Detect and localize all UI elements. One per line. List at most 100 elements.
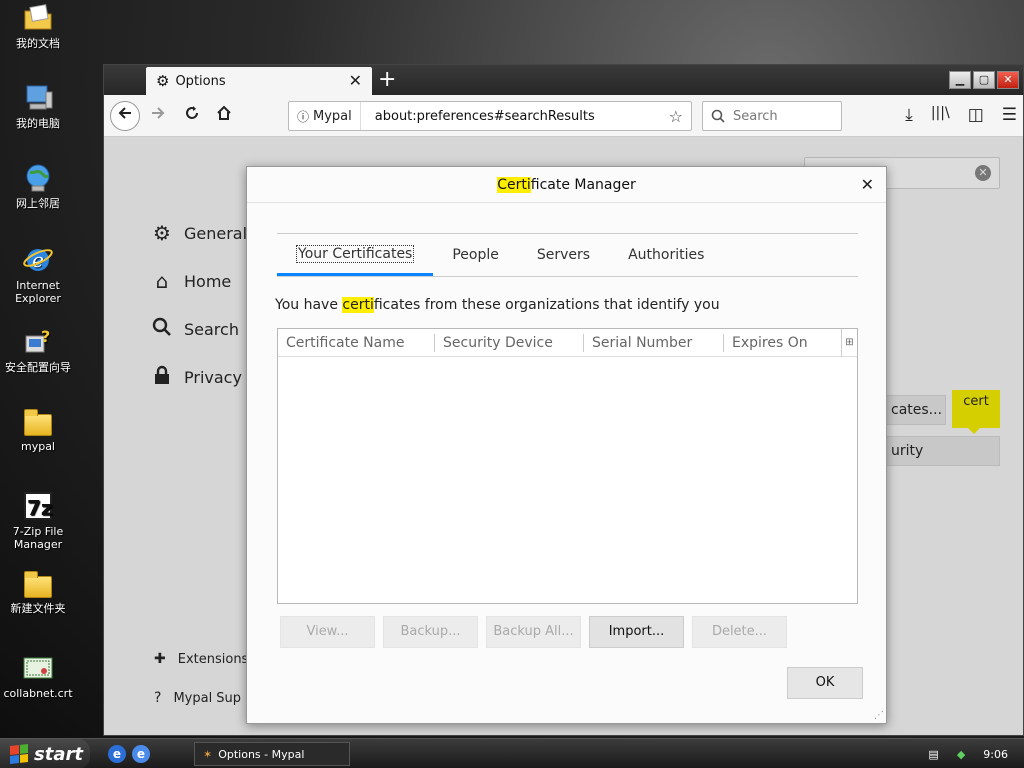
tab-close-icon[interactable]: ✕	[349, 71, 362, 90]
search-icon	[150, 317, 174, 342]
desktop-icon-collabnet-crt[interactable]: collabnet.crt	[0, 652, 78, 700]
site-identity[interactable]: ⓘ Mypal	[289, 102, 361, 130]
sidebar-item-general[interactable]: ⚙ General	[150, 221, 247, 245]
internet-explorer-icon: e	[22, 244, 54, 276]
mypal-app-icon: ✶	[203, 747, 213, 761]
security-wizard-icon: ?	[22, 326, 54, 358]
delete-button[interactable]: Delete...	[692, 616, 787, 648]
clear-search-icon[interactable]: ✕	[975, 165, 991, 181]
sidebar-footer-support[interactable]: ? Mypal Sup	[154, 690, 241, 706]
toolbar-icons: ⤓ |||\ ◫ ☰	[905, 105, 1017, 125]
desktop-icon-label: 安全配置向导	[5, 361, 71, 374]
ie-quicklaunch-icon-2[interactable]: e	[132, 745, 150, 763]
forward-button[interactable]	[144, 102, 172, 130]
view-certificates-button[interactable]: cates...	[880, 395, 946, 425]
close-window-button[interactable]: ✕	[997, 71, 1019, 89]
column-serial-number[interactable]: Serial Number	[584, 334, 724, 352]
puzzle-icon: ✚	[154, 651, 166, 667]
desktop-icon-new-folder[interactable]: 新建文件夹	[0, 570, 78, 615]
home-button[interactable]	[210, 102, 238, 130]
folder-icon	[24, 571, 52, 598]
taskbar-item-label: Options - Mypal	[218, 747, 305, 761]
desktop-icon-my-documents[interactable]: 我的文档	[0, 2, 78, 50]
tab-options[interactable]: ⚙ Options ✕	[146, 67, 372, 95]
start-label: start	[34, 743, 83, 765]
security-devices-button[interactable]: urity Devices...	[880, 436, 1000, 466]
maximize-button[interactable]: ▢	[973, 71, 995, 89]
desktop-icon-7zip[interactable]: 7z 7-Zip File Manager	[0, 490, 78, 551]
footer-label: Extensions	[177, 651, 249, 667]
certificates-description: You have certificates from these organiz…	[275, 297, 720, 313]
identity-label: Mypal	[313, 108, 352, 124]
taskbar: start e e ✶ Options - Mypal ▤ ◆ 9:06	[0, 738, 1024, 768]
certificate-table[interactable]: Certificate Name Security Device Serial …	[277, 328, 858, 604]
desktop-icon-security-wizard[interactable]: ? 安全配置向导	[0, 326, 78, 374]
url-bar[interactable]: ⓘ Mypal about:preferences#searchResults …	[288, 101, 692, 131]
tray-app-icon[interactable]: ▤	[928, 748, 938, 761]
tab-authorities[interactable]: Authorities	[609, 234, 723, 276]
back-button[interactable]	[110, 101, 140, 131]
library-icon[interactable]: |||\	[931, 105, 950, 125]
clock: 9:06	[983, 747, 1008, 761]
url-text[interactable]: about:preferences#searchResults	[361, 109, 669, 124]
menu-icon[interactable]: ☰	[1002, 105, 1017, 125]
desktop-icon-internet-explorer[interactable]: e Internet Explorer	[0, 244, 78, 305]
sidebar-item-label: General	[184, 223, 248, 243]
desktop-icon-label: 我的文档	[16, 37, 60, 50]
sidebar-item-label: Home	[184, 271, 232, 291]
desktop-icon-my-computer[interactable]: 我的电脑	[0, 82, 78, 130]
sidebar-item-search[interactable]: Search	[150, 317, 239, 342]
column-picker-icon[interactable]: ⊞	[841, 329, 857, 357]
resize-grip-icon[interactable]: ⋰	[874, 710, 884, 721]
search-placeholder: Search	[733, 108, 778, 124]
gear-icon: ⚙	[153, 221, 171, 245]
import-button[interactable]: Import...	[589, 616, 684, 648]
reload-button[interactable]	[178, 102, 206, 130]
sidebar-item-home[interactable]: ⌂ Home	[150, 269, 232, 293]
tab-servers[interactable]: Servers	[518, 234, 609, 276]
network-globe-icon	[22, 162, 54, 194]
certificate-manager-dialog: Certificate Manager ✕ Your Certificates …	[246, 166, 887, 724]
dialog-close-icon[interactable]: ✕	[861, 167, 874, 203]
desktop-icon-label: 7-Zip File Manager	[12, 525, 64, 551]
footer-label: Mypal Sup	[173, 690, 242, 706]
download-icon[interactable]: ⤓	[905, 105, 913, 125]
backup-all-button[interactable]: Backup All...	[486, 616, 581, 648]
column-security-device[interactable]: Security Device	[435, 334, 584, 352]
desktop-icon-network[interactable]: 网上邻居	[0, 162, 78, 210]
new-tab-button[interactable]: +	[378, 67, 396, 92]
view-button[interactable]: View...	[280, 616, 375, 648]
tab-your-certificates[interactable]: Your Certificates	[277, 234, 434, 276]
bookmark-star-icon[interactable]: ☆	[669, 107, 691, 126]
desktop-icon-label: mypal	[20, 440, 55, 453]
search-input[interactable]: Search	[702, 101, 842, 131]
system-tray: ▤ ◆ 9:06	[914, 739, 1024, 768]
reload-icon	[186, 106, 198, 119]
certificate-file-icon	[22, 652, 54, 684]
column-certificate-name[interactable]: Certificate Name	[278, 334, 435, 352]
sidebar-footer-extensions[interactable]: ✚ Extensions	[154, 651, 248, 667]
column-expires-on[interactable]: Expires On	[724, 334, 842, 352]
taskbar-item-options[interactable]: ✶ Options - Mypal	[194, 742, 350, 766]
ie-quicklaunch-icon[interactable]: e	[108, 745, 126, 763]
gear-icon: ⚙	[156, 72, 170, 90]
backup-button[interactable]: Backup...	[383, 616, 478, 648]
info-icon: ⓘ	[297, 109, 310, 124]
ok-button[interactable]: OK	[787, 667, 863, 699]
sidebar-item-label: Search	[184, 320, 239, 339]
tab-people[interactable]: People	[433, 234, 518, 276]
start-button[interactable]: start	[0, 739, 90, 768]
certificate-action-buttons: View... Backup... Backup All... Import..…	[280, 616, 787, 648]
tab-strip: ⚙ Options ✕ + ▁ ▢ ✕	[104, 65, 1023, 95]
certificate-tabs: Your Certificates People Servers Authori…	[277, 233, 858, 277]
svg-text:?: ?	[41, 327, 50, 346]
minimize-button[interactable]: ▁	[949, 71, 971, 89]
sidebar-item-privacy[interactable]: Privacy &	[150, 365, 260, 390]
desktop-icon-mypal-folder[interactable]: mypal	[0, 408, 78, 453]
forward-arrow-icon	[152, 107, 165, 119]
sidebar-icon[interactable]: ◫	[968, 105, 984, 125]
desktop-icon-label: Internet Explorer	[15, 279, 61, 305]
network-tray-icon[interactable]: ◆	[957, 748, 965, 761]
desktop-icon-label: 我的电脑	[16, 117, 60, 130]
documents-folder-icon	[22, 2, 54, 34]
